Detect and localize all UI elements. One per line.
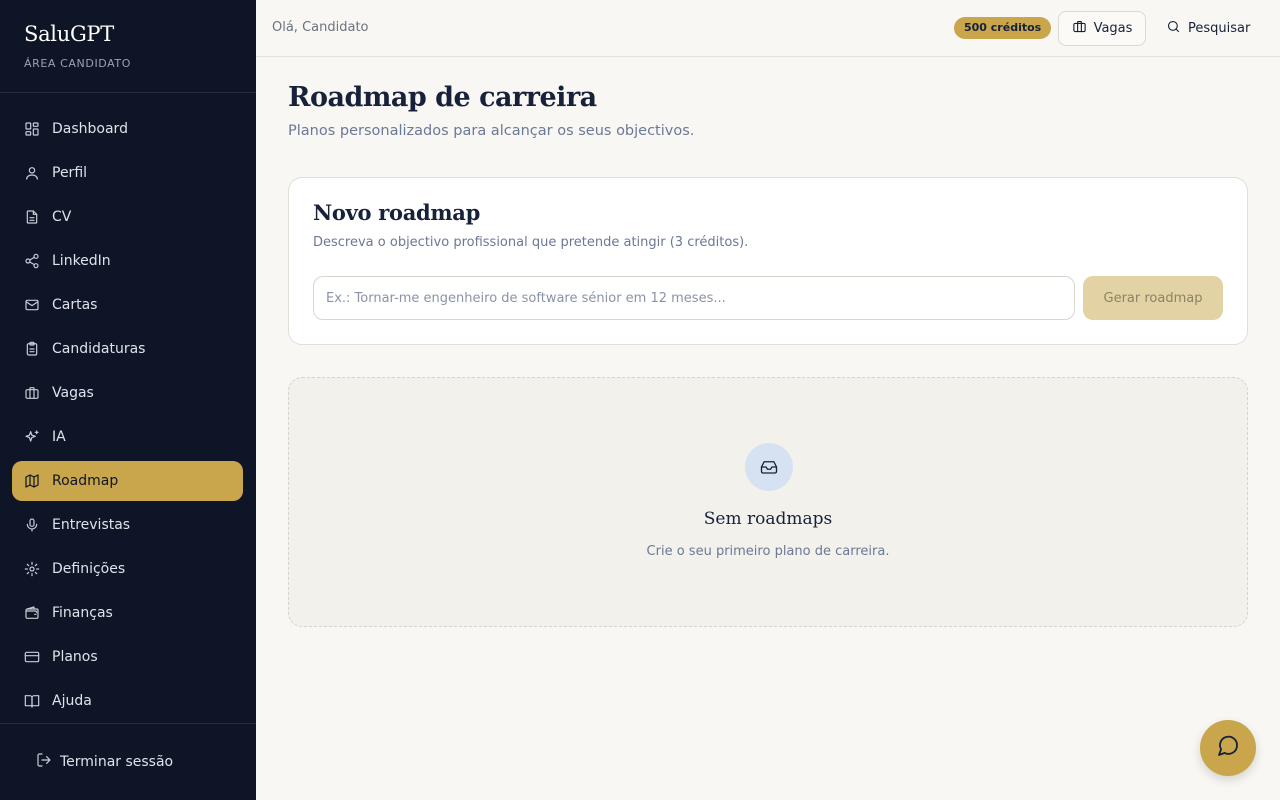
settings-icon: [24, 561, 40, 577]
mail-icon: [24, 297, 40, 313]
clipboard-icon: [24, 341, 40, 357]
logout-label: Terminar sessão: [60, 754, 174, 770]
credits-badge: 500 créditos: [954, 17, 1052, 39]
sidebar-item-label: Planos: [52, 649, 98, 665]
brand-area: ÁREA CANDIDATO: [24, 57, 132, 70]
sidebar-item-label: Perfil: [52, 165, 88, 181]
sidebar-item-vagas[interactable]: Vagas: [12, 373, 243, 413]
sidebar-item-roadmap[interactable]: Roadmap: [12, 461, 243, 501]
logout-icon: [36, 752, 60, 772]
sidebar-item-label: Roadmap: [52, 473, 119, 489]
sidebar-item-linkedin[interactable]: LinkedIn: [12, 241, 243, 281]
search-button-label: Pesquisar: [1188, 21, 1251, 36]
page-subtitle: Planos personalizados para alcançar os s…: [288, 123, 695, 139]
search-button[interactable]: Pesquisar: [1166, 11, 1250, 46]
sidebar-item-label: Ajuda: [52, 693, 92, 709]
logout-button[interactable]: Terminar sessão: [36, 752, 173, 772]
sidebar-item-perfil[interactable]: Perfil: [12, 153, 243, 193]
credit-card-icon: [24, 649, 40, 665]
sidebar-item-cv[interactable]: CV: [12, 197, 243, 237]
empty-state: Sem roadmaps Crie o seu primeiro plano d…: [288, 377, 1248, 627]
goal-input[interactable]: [313, 276, 1075, 320]
sidebar-item-label: Definições: [52, 561, 126, 577]
sidebar-item-ajuda[interactable]: Ajuda: [12, 681, 243, 721]
card-title: Novo roadmap: [313, 200, 480, 225]
sidebar-item-label: Finanças: [52, 605, 113, 621]
sidebar-nav: Dashboard Perfil CV LinkedIn Cartas Cand…: [12, 109, 243, 725]
book-icon: [24, 693, 40, 709]
briefcase-icon: [1072, 19, 1094, 38]
sidebar-item-label: Cartas: [52, 297, 98, 313]
brand-name[interactable]: SaluGPT: [24, 22, 131, 46]
sidebar-item-financas[interactable]: Finanças: [12, 593, 243, 633]
sparkles-icon: [24, 429, 40, 445]
generate-roadmap-button[interactable]: Gerar roadmap: [1083, 276, 1223, 320]
user-icon: [24, 165, 40, 181]
sidebar-divider-top: [0, 92, 256, 93]
brand: SaluGPT ÁREA CANDIDATO: [24, 22, 131, 70]
sidebar-item-label: CV: [52, 209, 72, 225]
chat-icon: [1216, 734, 1240, 762]
dashboard-icon: [24, 121, 40, 137]
sidebar-item-label: Candidaturas: [52, 341, 146, 357]
topbar: Olá, Candidato 500 créditos Vagas Pesqui…: [256, 0, 1280, 57]
wallet-icon: [24, 605, 40, 621]
sidebar-item-planos[interactable]: Planos: [12, 637, 243, 677]
vagas-button-label: Vagas: [1093, 21, 1133, 36]
sidebar-item-label: LinkedIn: [52, 253, 111, 269]
sidebar-item-definicoes[interactable]: Definições: [12, 549, 243, 589]
card-subtitle: Descreva o objectivo profissional que pr…: [313, 235, 749, 250]
sidebar-item-candidaturas[interactable]: Candidaturas: [12, 329, 243, 369]
briefcase-icon: [24, 385, 40, 401]
sidebar-item-label: IA: [52, 429, 66, 445]
vagas-button[interactable]: Vagas: [1058, 11, 1146, 46]
sidebar-divider-bottom: [0, 723, 256, 724]
greeting: Olá, Candidato: [272, 20, 369, 35]
share-icon: [24, 253, 40, 269]
map-icon: [24, 473, 40, 489]
mic-icon: [24, 517, 40, 533]
page-title: Roadmap de carreira: [288, 82, 597, 113]
sidebar-item-ia[interactable]: IA: [12, 417, 243, 457]
sidebar-item-label: Vagas: [52, 385, 94, 401]
sidebar-item-entrevistas[interactable]: Entrevistas: [12, 505, 243, 545]
empty-state-title: Sem roadmaps: [703, 509, 833, 529]
sidebar-item-dashboard[interactable]: Dashboard: [12, 109, 243, 149]
sidebar: SaluGPT ÁREA CANDIDATO Dashboard Perfil …: [0, 0, 256, 800]
new-roadmap-card: Novo roadmap Descreva o objectivo profis…: [288, 177, 1248, 345]
chat-button[interactable]: [1200, 720, 1256, 776]
sidebar-item-label: Dashboard: [52, 121, 128, 137]
inbox-icon: [745, 443, 793, 491]
sidebar-item-label: Entrevistas: [52, 517, 131, 533]
search-icon: [1166, 19, 1188, 38]
empty-state-subtitle: Crie o seu primeiro plano de carreira.: [646, 544, 890, 559]
sidebar-item-cartas[interactable]: Cartas: [12, 285, 243, 325]
file-text-icon: [24, 209, 40, 225]
